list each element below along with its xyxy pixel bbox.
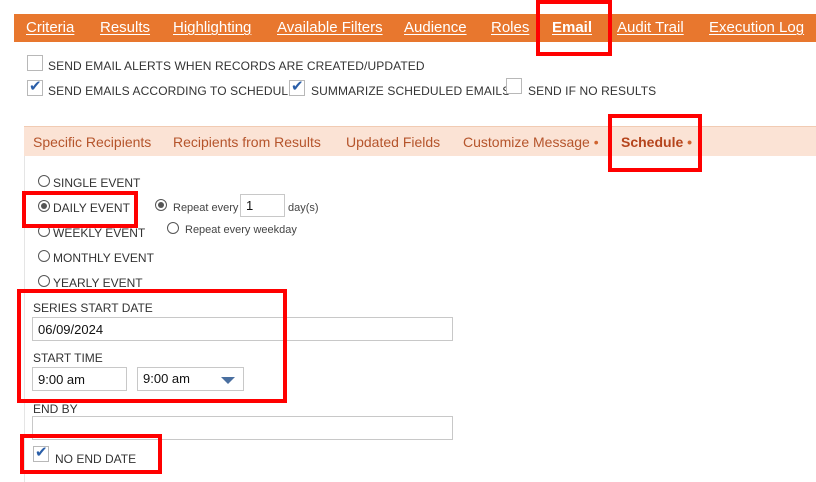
checkmark-icon: ✔: [291, 77, 304, 95]
email-sub-tab-bar: Specific Recipients Recipients from Resu…: [24, 126, 816, 156]
start-time-label: START TIME: [33, 351, 103, 365]
checkmark-icon: ✔: [29, 77, 42, 95]
tab-recipients-from-results[interactable]: Recipients from Results: [173, 127, 321, 157]
end-by-label: END BY: [33, 402, 78, 416]
summarize-checkbox[interactable]: ✔: [289, 77, 305, 96]
chevron-down-icon: [221, 377, 235, 384]
repeat-unit-label: day(s): [288, 202, 319, 214]
start-time-select-value: 9:00 am: [143, 371, 190, 386]
schedule-panel: SINGLE EVENT DAILY EVENT WEEKLY EVENT MO…: [24, 156, 816, 482]
repeat-every-input[interactable]: [240, 194, 285, 217]
tab-email[interactable]: Email: [552, 14, 592, 42]
yearly-event-radio[interactable]: [38, 275, 50, 287]
tab-schedule[interactable]: Schedule •: [621, 127, 692, 157]
schedule-label: Schedule: [621, 134, 684, 150]
monthly-event-label: MONTHLY EVENT: [53, 251, 154, 265]
repeat-every-label: Repeat every: [173, 202, 239, 214]
tab-highlighting[interactable]: Highlighting: [173, 14, 251, 42]
tab-updated-fields[interactable]: Updated Fields: [346, 127, 440, 157]
checkmark-icon: ✔: [35, 443, 48, 461]
no-end-date-checkbox[interactable]: ✔: [33, 443, 49, 462]
send-schedule-checkbox[interactable]: ✔: [27, 77, 43, 96]
daily-event-radio[interactable]: [38, 200, 50, 212]
weekly-event-label: WEEKLY EVENT: [53, 226, 146, 240]
tab-results[interactable]: Results: [100, 14, 150, 42]
customize-message-label: Customize Message: [463, 134, 590, 150]
yearly-event-label: YEARLY EVENT: [53, 276, 143, 290]
tab-customize-message[interactable]: Customize Message •: [463, 127, 599, 157]
single-event-radio[interactable]: [38, 175, 50, 187]
modified-dot-icon: •: [687, 134, 693, 150]
send-schedule-label: SEND EMAILS ACCORDING TO SCHEDULE: [48, 84, 297, 98]
repeat-every-weekday-label: Repeat every weekday: [185, 224, 297, 236]
send-no-results-checkbox[interactable]: [506, 78, 522, 94]
tab-execution-log[interactable]: Execution Log: [709, 14, 804, 42]
repeat-every-weekday-radio[interactable]: [167, 222, 179, 234]
monthly-event-radio[interactable]: [38, 250, 50, 262]
start-time-select[interactable]: 9:00 am: [137, 367, 244, 391]
single-event-label: SINGLE EVENT: [53, 176, 141, 190]
send-no-results-label: SEND IF NO RESULTS: [528, 84, 657, 98]
tab-audit-trail[interactable]: Audit Trail: [617, 14, 684, 42]
tab-criteria[interactable]: Criteria: [26, 14, 74, 42]
tab-roles[interactable]: Roles: [491, 14, 529, 42]
series-start-date-label: SERIES START DATE: [33, 301, 153, 315]
top-tab-bar: Criteria Results Highlighting Available …: [14, 14, 816, 42]
end-by-input[interactable]: [32, 416, 453, 440]
series-start-date-input[interactable]: [32, 317, 453, 341]
weekly-event-radio[interactable]: [38, 225, 50, 237]
summarize-label: SUMMARIZE SCHEDULED EMAILS: [311, 84, 511, 98]
repeat-every-radio[interactable]: [155, 199, 167, 211]
send-alerts-checkbox[interactable]: [27, 55, 43, 71]
no-end-date-label: NO END DATE: [55, 452, 137, 466]
start-time-input[interactable]: [32, 367, 127, 391]
tab-specific-recipients[interactable]: Specific Recipients: [33, 127, 151, 157]
tab-available-filters[interactable]: Available Filters: [277, 14, 383, 42]
send-alerts-label: SEND EMAIL ALERTS WHEN RECORDS ARE CREAT…: [48, 59, 425, 73]
modified-dot-icon: •: [593, 134, 599, 150]
daily-event-label: DAILY EVENT: [53, 201, 130, 215]
tab-audience[interactable]: Audience: [404, 14, 467, 42]
